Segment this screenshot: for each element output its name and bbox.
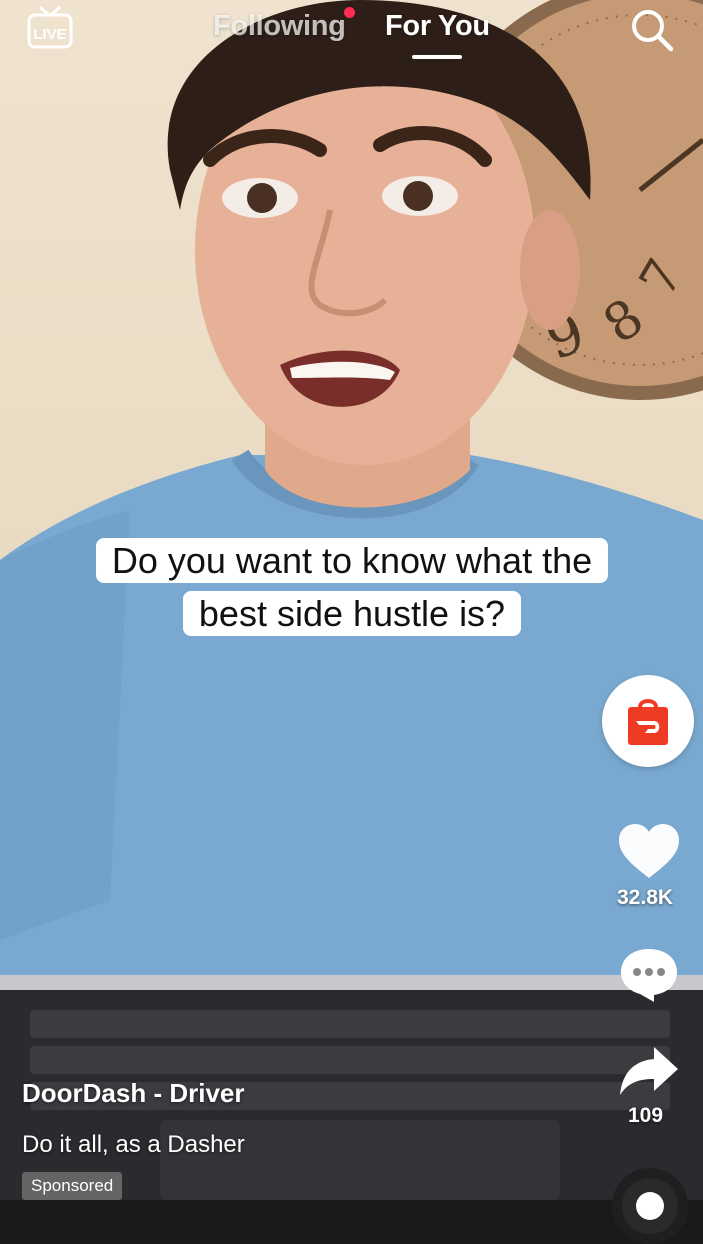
tab-for-you[interactable]: For You bbox=[385, 10, 490, 43]
share-button[interactable] bbox=[618, 1043, 680, 1099]
comment-button[interactable] bbox=[618, 945, 680, 1003]
sound-disc[interactable] bbox=[612, 1168, 688, 1244]
live-tv-icon: LIVE bbox=[27, 6, 73, 49]
video-caption: Do you want to know what the best side h… bbox=[85, 534, 619, 640]
heart-icon bbox=[619, 824, 679, 878]
post-description: Do it all, as a Dasher bbox=[22, 1131, 245, 1158]
notification-dot bbox=[344, 7, 355, 18]
sponsored-badge: Sponsored bbox=[22, 1172, 123, 1200]
active-tab-indicator bbox=[412, 55, 462, 59]
account-name[interactable]: DoorDash - Driver bbox=[22, 1078, 245, 1109]
live-button[interactable]: LIVE bbox=[26, 6, 74, 50]
like-count: 32.8K bbox=[617, 886, 674, 909]
sound-disc-center bbox=[636, 1192, 664, 1220]
search-icon bbox=[632, 10, 674, 52]
share-arrow-icon bbox=[620, 1047, 678, 1095]
like-button[interactable] bbox=[617, 822, 681, 882]
doordash-bag-icon bbox=[628, 699, 668, 745]
comment-icon bbox=[621, 949, 677, 1002]
tab-following[interactable]: Following bbox=[213, 10, 346, 43]
video-caption-text: Do you want to know what the best side h… bbox=[95, 538, 609, 636]
live-label: LIVE bbox=[33, 26, 66, 43]
share-count: 109 bbox=[628, 1104, 664, 1127]
top-nav: LIVE Following For You bbox=[0, 0, 703, 70]
brand-avatar-button[interactable] bbox=[602, 675, 694, 767]
search-button[interactable] bbox=[628, 6, 676, 54]
